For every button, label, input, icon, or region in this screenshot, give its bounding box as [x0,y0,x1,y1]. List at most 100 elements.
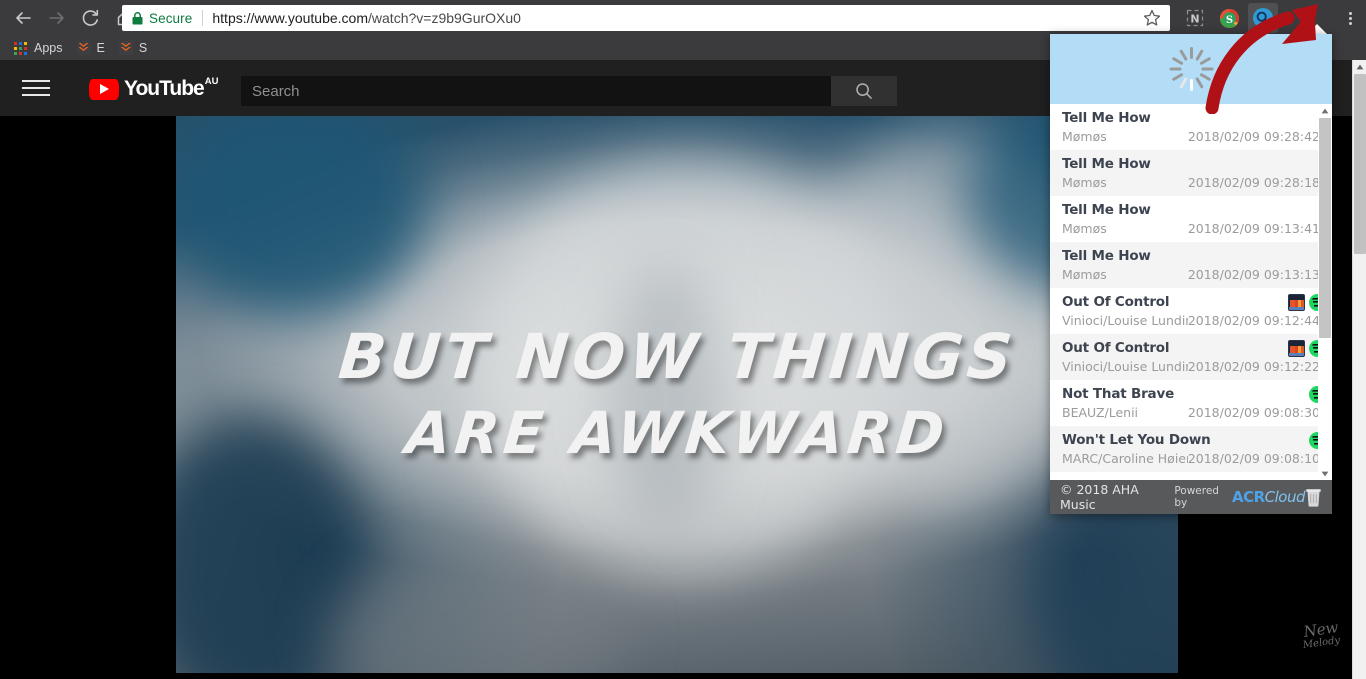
song-meta: BEAUZ/Lenii 2018/02/09 09:08:30 [1062,405,1320,420]
scrollbar-up-arrow-icon[interactable] [1353,60,1366,74]
list-scrollbar[interactable] [1318,104,1332,480]
forward-arrow-icon[interactable] [40,1,74,35]
acrcloud-brand: ACRCloud [1231,488,1306,506]
spinner-blade [1178,76,1188,89]
page-scrollbar-thumb[interactable] [1354,74,1366,254]
skype-extension-icon[interactable]: S [1214,3,1244,33]
song-artist: MARC/Caroline Høier [1062,451,1188,466]
song-timestamp: 2018/02/09 09:12:22 [1187,359,1320,374]
song-title: Not That Brave [1062,386,1175,402]
song-artist: Vinioci/Louise Lundin [1062,313,1188,328]
trash-icon[interactable] [1305,487,1322,507]
bookmark-item-0[interactable]: E [71,38,111,58]
chevron-favicon-icon [76,41,91,55]
search-button[interactable] [831,76,897,106]
spinner-blade [1189,47,1193,59]
search-input-wrapper[interactable] [241,76,831,106]
song-meta: Vinioci/Louise Lundin 2018/02/09 09:12:44 [1062,313,1320,328]
reload-icon[interactable] [74,1,108,35]
song-title: Tell Me How [1062,156,1151,172]
song-row[interactable]: Not That Brave BEAUZ/Lenii 2018/02/09 09:0… [1050,380,1332,426]
recognized-songs-list[interactable]: Tell Me How Mømøs 2018/02/09 09:28:42 Tell … [1050,104,1332,480]
song-meta: MARC/Caroline Høier 2018/02/09 09:08:10 [1062,451,1320,466]
spinner-blade [1171,56,1184,66]
list-scroll-up-icon[interactable] [1318,104,1332,117]
omnibox-divider [202,10,204,26]
watermark-line-2: Melody [1302,634,1341,652]
loading-spinner-icon [1169,47,1213,91]
bookmark-label: E [96,41,105,55]
song-row[interactable]: Won't Let You Down MARC/Caroline Høier 201… [1050,426,1332,472]
song-title: Tell Me How [1062,202,1151,218]
acrcloud-bold: ACR [1231,488,1265,506]
song-row[interactable]: Out Of Control Vinioci/Louise Lundin 2018/… [1050,288,1332,334]
url-text: https://www.youtube.com/watch?v=z9b9GurO… [212,10,521,26]
song-timestamp: 2018/02/09 09:08:10 [1187,451,1320,466]
aha-music-popup: Tell Me How Mømøs 2018/02/09 09:28:42 Tell … [1050,34,1332,514]
youtube-logo-country: AU [204,75,219,87]
lyric-overlay: BUT NOW THINGS ARE AWKWARD [176,116,1178,673]
list-scroll-down-icon[interactable] [1318,467,1332,480]
video-player[interactable]: BUT NOW THINGS ARE AWKWARD [176,116,1178,673]
hamburger-menu-icon[interactable] [22,76,50,100]
chrome-menu-icon[interactable] [1340,8,1360,28]
song-artist: BEAUZ/Lenii [1062,405,1139,420]
channel-watermark: New Melody [1280,618,1342,663]
song-title: Out Of Control [1062,340,1170,356]
page-scrollbar[interactable] [1352,60,1366,679]
search-input[interactable] [242,77,830,105]
spinner-blade [1171,72,1184,82]
svg-text:N: N [1190,13,1199,26]
apps-grid-icon [14,41,27,55]
spinner-blade [1194,76,1204,89]
song-row[interactable]: Tell Me How Mømøs 2018/02/09 09:28:18 [1050,150,1332,196]
song-title: Tell Me How [1062,248,1151,264]
spinner-blade [1169,67,1181,71]
address-bar[interactable]: Secure https://www.youtube.com/watch?v=z… [122,5,1170,31]
song-meta: Mømøs 2018/02/09 09:28:42 [1062,129,1320,144]
song-title: Tell Me How [1062,110,1151,126]
lyric-line-1: BUT NOW THINGS [335,319,1019,393]
aha-music-extension-icon[interactable] [1248,3,1278,33]
song-artist: Mømøs [1062,129,1107,144]
song-artist: Mømøs [1062,221,1107,236]
album-art-icon[interactable] [1288,294,1305,311]
song-timestamp: 2018/02/09 09:12:44 [1187,313,1320,328]
spinner-blade [1189,79,1193,91]
song-title: Won't Let You Down [1062,432,1211,448]
svg-text:S: S [1225,14,1232,25]
song-timestamp: 2018/02/09 09:28:18 [1187,175,1320,190]
song-row[interactable]: Tell Me How Mømøs 2018/02/09 09:28:42 [1050,104,1332,150]
lyric-line-2: ARE AWKWARD [402,398,951,467]
youtube-play-icon [89,78,119,100]
spinner-blade [1201,67,1213,71]
list-scrollbar-thumb[interactable] [1319,118,1331,338]
song-meta: Mømøs 2018/02/09 09:28:18 [1062,175,1320,190]
song-timestamp: 2018/02/09 09:28:42 [1187,129,1320,144]
bookmark-star-icon[interactable] [1142,8,1162,28]
evernote-extension-icon[interactable]: N [1180,3,1210,33]
song-artist: Mømøs [1062,175,1107,190]
apps-shortcut[interactable]: Apps [8,38,69,58]
url-path: /watch?v=z9b9GurOXu0 [368,10,521,26]
song-row[interactable]: Out Of Control Vinioci/Louise Lundin 2018/… [1050,334,1332,380]
bookmark-item-1[interactable]: S [113,38,153,58]
song-meta: Vinioci/Louise Lundin 2018/02/09 09:12:22 [1062,359,1320,374]
apps-label: Apps [34,41,63,55]
security-label: Secure [149,10,193,26]
youtube-logo-text: YouTube [124,76,205,100]
popup-header [1050,34,1332,104]
spinner-blade [1194,49,1204,62]
spinner-blade [1178,49,1188,62]
song-meta: Mømøs 2018/02/09 09:13:13 [1062,267,1320,282]
song-title: Out Of Control [1062,294,1170,310]
youtube-logo[interactable]: YouTube AU [89,76,218,101]
album-art-icon[interactable] [1288,340,1305,357]
back-arrow-icon[interactable] [6,1,40,35]
song-row[interactable]: Tell Me How Mømøs 2018/02/09 09:13:13 [1050,242,1332,288]
song-row[interactable]: Tell Me How Mømøs 2018/02/09 09:13:41 [1050,196,1332,242]
popup-footer: © 2018 AHA Music Powered by ACRCloud [1050,480,1332,514]
spinner-blade [1198,72,1211,82]
song-artist: Mømøs [1062,267,1107,282]
song-timestamp: 2018/02/09 09:13:41 [1187,221,1320,236]
